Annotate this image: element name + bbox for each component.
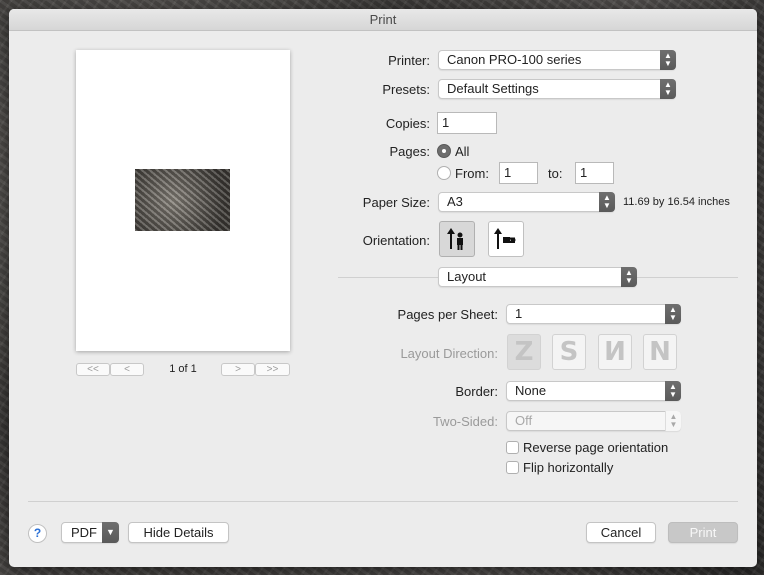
help-button[interactable]: ? [28, 524, 47, 543]
paper-size-value: A3 [447, 194, 463, 209]
layout-direction-label: Layout Direction: [400, 346, 498, 361]
reverse-orientation-label: Reverse page orientation [523, 440, 669, 455]
preview-image [135, 169, 230, 231]
direction-z-button[interactable]: Z [507, 334, 541, 370]
pages-label: Pages: [389, 144, 430, 159]
last-page-button[interactable]: >> [255, 363, 290, 376]
orientation-label: Orientation: [362, 233, 430, 248]
page-preview [76, 50, 290, 351]
two-sided-select[interactable]: Off ▲ ▼ [506, 411, 681, 431]
chevron-updown-icon: ▲ ▼ [665, 304, 681, 324]
first-page-button[interactable]: << [76, 363, 110, 376]
previous-page-button[interactable]: < [110, 363, 144, 376]
next-page-button[interactable]: > [221, 363, 255, 376]
portrait-icon [447, 228, 463, 250]
chevron-down-icon: ▼ [102, 522, 119, 543]
page-indicator: 1 of 1 [169, 363, 197, 375]
chevron-updown-icon: ▲ ▼ [599, 192, 615, 212]
presets-value: Default Settings [447, 81, 539, 96]
flip-horizontally-checkbox[interactable] [506, 461, 519, 474]
pages-from-label: From: [455, 166, 489, 181]
two-sided-label: Two-Sided: [432, 414, 498, 429]
direction-s-button[interactable]: S [552, 334, 586, 370]
printer-value: Canon PRO-100 series [447, 52, 582, 67]
border-select[interactable]: None ▲ ▼ [506, 381, 681, 401]
chevron-updown-icon: ▲ ▼ [665, 411, 681, 431]
pages-from-field[interactable]: 1 [499, 162, 538, 184]
paper-size-label: Paper Size: [362, 195, 430, 210]
portrait-orientation-button[interactable] [439, 221, 475, 257]
landscape-orientation-button[interactable] [488, 221, 524, 257]
hide-details-button[interactable]: Hide Details [128, 522, 229, 543]
pages-to-label: to: [548, 166, 563, 181]
chevron-updown-icon: ▲ ▼ [621, 267, 637, 287]
pages-from-radio[interactable] [437, 166, 451, 180]
landscape-icon [494, 228, 516, 249]
question-icon: ? [33, 526, 42, 540]
print-dialog: Print << < 1 of 1 > >> Printer: Canon PR… [9, 9, 757, 567]
chevron-updown-icon: ▲ ▼ [660, 50, 676, 70]
copies-label: Copies: [385, 116, 430, 131]
print-button[interactable]: Print [668, 522, 738, 543]
border-label: Border: [455, 384, 498, 399]
pages-all-label: All [455, 144, 470, 159]
reverse-orientation-checkbox[interactable] [506, 441, 519, 454]
cancel-button[interactable]: Cancel [586, 522, 656, 543]
chevron-updown-icon: ▲ ▼ [660, 79, 676, 99]
pages-per-sheet-label: Pages per Sheet: [397, 307, 498, 322]
border-value: None [515, 383, 547, 398]
printer-label: Printer: [388, 53, 430, 68]
footer-divider [28, 501, 738, 502]
pdf-label: PDF [71, 525, 97, 540]
pdf-menu-button[interactable]: PDF ▼ [61, 522, 119, 543]
paper-size-select[interactable]: A3 ▲ ▼ [438, 192, 615, 212]
section-value: Layout [447, 269, 487, 284]
direction-reverse-n-button[interactable]: И [598, 334, 632, 370]
direction-n-button[interactable]: N [643, 334, 677, 370]
presets-label: Presets: [382, 82, 430, 97]
pages-per-sheet-select[interactable]: 1 ▲ ▼ [506, 304, 681, 324]
printer-select[interactable]: Canon PRO-100 series ▲ ▼ [438, 50, 676, 70]
copies-field[interactable]: 1 [437, 112, 497, 134]
chevron-updown-icon: ▲ ▼ [665, 381, 681, 401]
window-title: Print [9, 9, 757, 31]
pages-per-sheet-value: 1 [515, 306, 523, 321]
two-sided-value: Off [515, 413, 533, 428]
paper-dimensions: 11.69 by 16.54 inches [623, 196, 730, 208]
flip-horizontally-label: Flip horizontally [523, 460, 614, 475]
presets-select[interactable]: Default Settings ▲ ▼ [438, 79, 676, 99]
pages-to-field[interactable]: 1 [575, 162, 614, 184]
pages-all-radio[interactable] [437, 144, 451, 158]
section-select[interactable]: Layout ▲ ▼ [438, 267, 637, 287]
